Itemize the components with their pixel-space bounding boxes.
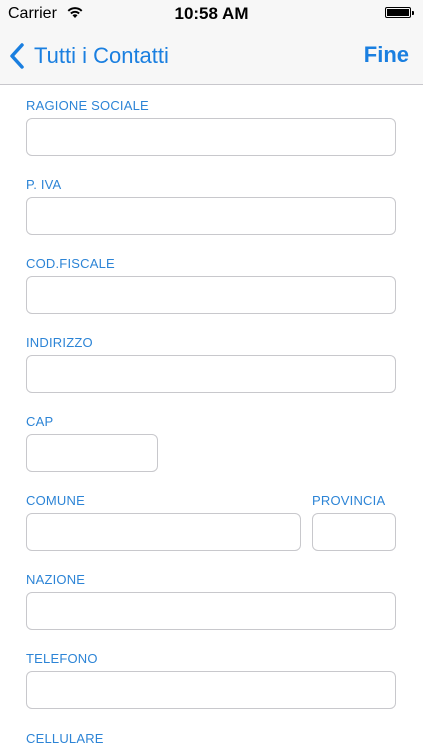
telefono-field[interactable] xyxy=(26,671,396,709)
cap-field[interactable] xyxy=(26,434,158,472)
done-button[interactable]: Fine xyxy=(364,42,409,68)
comune-label: COMUNE xyxy=(26,493,85,508)
comune-field[interactable] xyxy=(26,513,301,551)
back-button-label: Tutti i Contatti xyxy=(34,43,169,68)
status-bar: Carrier 10:58 AM xyxy=(0,0,423,28)
provincia-label: PROVINCIA xyxy=(312,493,386,508)
piva-label: P. IVA xyxy=(26,177,62,192)
cellulare-label: CELLULARE xyxy=(26,731,104,746)
provincia-field[interactable] xyxy=(312,513,396,551)
ragione-sociale-field[interactable] xyxy=(26,118,396,156)
indirizzo-field[interactable] xyxy=(26,355,396,393)
indirizzo-label: INDIRIZZO xyxy=(26,335,93,350)
piva-field[interactable] xyxy=(26,197,396,235)
cod-fiscale-label: COD.FISCALE xyxy=(26,256,115,271)
cap-label: CAP xyxy=(26,414,54,429)
nazione-label: NAZIONE xyxy=(26,572,86,587)
ragione-sociale-label: RAGIONE SOCIALE xyxy=(26,98,149,113)
back-button[interactable]: Tutti i Contatti xyxy=(8,40,169,72)
cod-fiscale-field[interactable] xyxy=(26,276,396,314)
chevron-left-icon xyxy=(10,43,24,69)
navigation-bar: Tutti i Contatti Fine xyxy=(0,28,423,85)
telefono-label: TELEFONO xyxy=(26,651,98,666)
nazione-field[interactable] xyxy=(26,592,396,630)
battery-icon xyxy=(385,7,414,18)
clock: 10:58 AM xyxy=(174,4,249,23)
